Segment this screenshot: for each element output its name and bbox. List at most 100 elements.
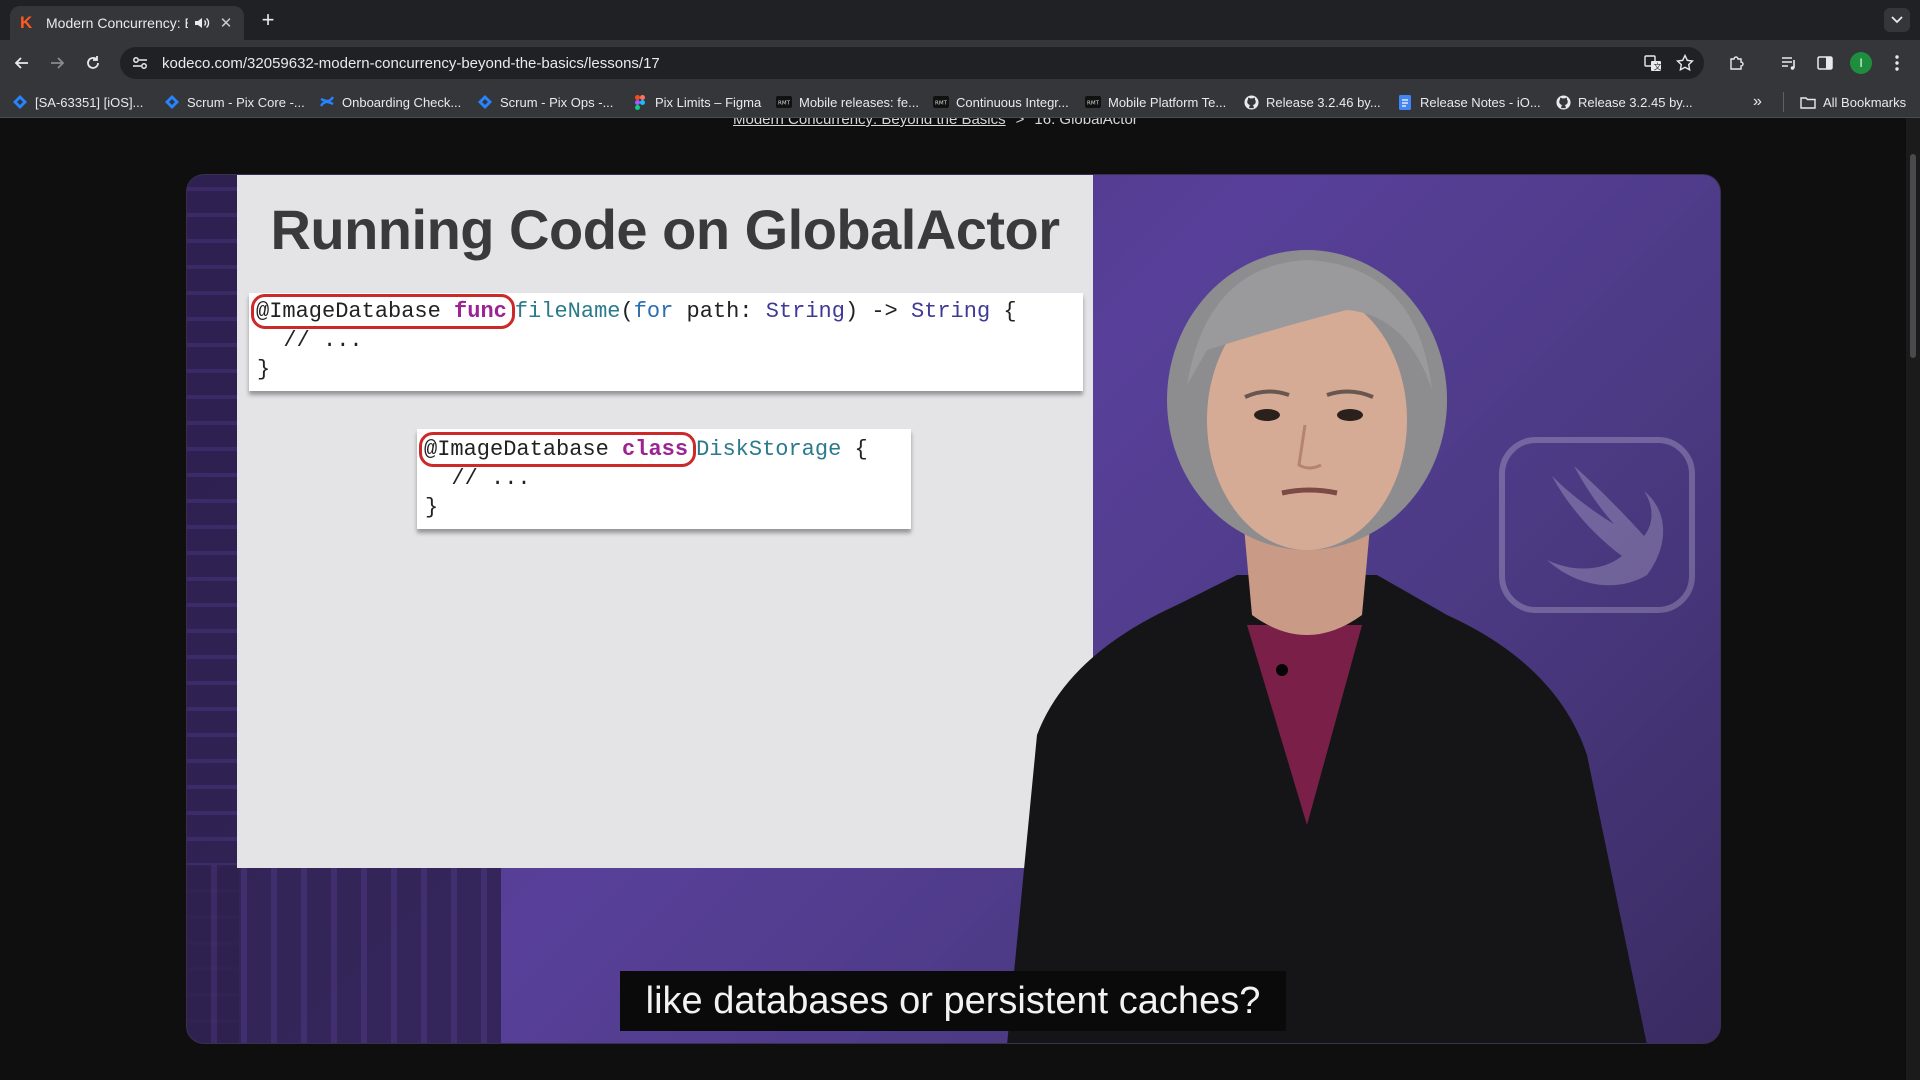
arrow-right-icon bbox=[51, 57, 65, 69]
bookmark-label: Scrum - Pix Core -... bbox=[187, 94, 305, 110]
reload-icon bbox=[87, 56, 99, 69]
tab-search-button[interactable] bbox=[1884, 8, 1910, 32]
presenter-image bbox=[1007, 250, 1647, 1043]
code-annotation: @ImageDatabase bbox=[424, 437, 609, 462]
bookmark-label: Mobile Platform Te... bbox=[1108, 94, 1227, 110]
svg-text:RMT: RMT bbox=[935, 101, 948, 107]
svg-text:RMT: RMT bbox=[1087, 101, 1100, 107]
site-settings-icon[interactable] bbox=[132, 54, 150, 72]
highlight-annotation: @ImageDatabase func bbox=[251, 294, 515, 329]
bookmarks-divider bbox=[1783, 92, 1784, 112]
jira-icon bbox=[12, 94, 28, 110]
media-queue-icon bbox=[1782, 57, 1795, 70]
folder-icon bbox=[1800, 94, 1816, 110]
media-controls-button[interactable] bbox=[1776, 50, 1802, 76]
caption-text: like databases or persistent caches? bbox=[645, 979, 1261, 1022]
back-button[interactable] bbox=[9, 50, 35, 76]
bookmark-label: Release 3.2.45 by... bbox=[1578, 94, 1693, 110]
code-arrow: ) -> bbox=[844, 299, 911, 324]
docs-icon bbox=[1397, 94, 1413, 110]
bookmark-item[interactable]: [SA-63351] [iOS]... bbox=[12, 92, 143, 112]
scrollbar-thumb[interactable] bbox=[1910, 154, 1916, 358]
highlight-annotation: @ImageDatabase class bbox=[419, 432, 697, 467]
video-player[interactable]: Running Code on GlobalActor @ImageDataba… bbox=[186, 174, 1721, 1044]
translate-icon: 文 bbox=[1644, 55, 1662, 72]
bookmark-label: Continuous Integr... bbox=[956, 94, 1069, 110]
all-bookmarks-button[interactable]: All Bookmarks bbox=[1800, 92, 1906, 112]
figma-icon bbox=[632, 94, 648, 110]
bookmark-item[interactable]: RMT Continuous Integr... bbox=[933, 92, 1069, 112]
code-type: String bbox=[765, 299, 845, 324]
side-panel-icon bbox=[1817, 56, 1833, 70]
bookmark-item[interactable]: Release 3.2.46 by... bbox=[1243, 92, 1381, 112]
bookmark-item[interactable]: Scrum - Pix Core -... bbox=[164, 92, 305, 112]
forward-button[interactable] bbox=[44, 50, 70, 76]
code-line: // ... bbox=[425, 466, 531, 491]
code-param-label: for bbox=[633, 299, 674, 324]
svg-text:RMT: RMT bbox=[778, 101, 791, 107]
tab-close-icon[interactable]: ✕ bbox=[218, 14, 234, 32]
arrow-left-icon bbox=[14, 57, 28, 69]
profile-avatar[interactable]: I bbox=[1850, 52, 1872, 74]
reload-button[interactable] bbox=[80, 50, 106, 76]
bookmarks-bar: [SA-63351] [iOS]... Scrum - Pix Core -..… bbox=[0, 86, 1920, 118]
bookmark-label: Release 3.2.46 by... bbox=[1266, 94, 1381, 110]
bookmark-label: [SA-63351] [iOS]... bbox=[35, 94, 144, 110]
jira-icon bbox=[164, 94, 180, 110]
code-keyword: class bbox=[622, 437, 689, 462]
bookmark-item[interactable]: Release Notes - iO... bbox=[1397, 92, 1541, 112]
kodeco-favicon-icon: K bbox=[20, 13, 33, 32]
bookmark-label: Release Notes - iO... bbox=[1420, 94, 1541, 110]
bookmark-label: Pix Limits – Figma bbox=[655, 94, 762, 110]
browser-toolbar: kodeco.com/32059632-modern-concurrency-b… bbox=[0, 40, 1920, 86]
bookmark-item[interactable]: Pix Limits – Figma bbox=[632, 92, 761, 112]
tab-title: Modern Concurrency: Beyond the Basics bbox=[46, 15, 188, 31]
code-line: } bbox=[425, 495, 439, 520]
bookmark-item[interactable]: Release 3.2.45 by... bbox=[1555, 92, 1693, 112]
bookmark-item[interactable]: RMT Mobile Platform Te... bbox=[1085, 92, 1226, 112]
tab-strip: K Modern Concurrency: Beyond the Basics … bbox=[0, 0, 1920, 40]
jira-icon bbox=[477, 94, 493, 110]
svg-text:文: 文 bbox=[1654, 62, 1662, 72]
puzzle-icon bbox=[1730, 56, 1744, 70]
breadcrumb-current: 16. GlobalActor bbox=[1034, 118, 1138, 128]
code-keyword: func bbox=[454, 299, 507, 324]
translate-button[interactable]: 文 bbox=[1640, 50, 1666, 76]
code-param: path: bbox=[673, 299, 766, 324]
rmt-icon: RMT bbox=[1085, 94, 1101, 110]
decorative-pattern bbox=[187, 865, 501, 1043]
address-bar[interactable]: kodeco.com/32059632-modern-concurrency-b… bbox=[120, 47, 1704, 79]
github-icon bbox=[1243, 94, 1259, 110]
more-vertical-icon bbox=[1895, 55, 1899, 71]
speaker-icon[interactable] bbox=[194, 16, 212, 30]
side-panel-button[interactable] bbox=[1812, 50, 1838, 76]
code-punct: ( bbox=[620, 299, 634, 324]
code-class-name: DiskStorage bbox=[696, 437, 842, 462]
breadcrumb: Modern Concurrency: Beyond the Basics >16… bbox=[733, 118, 1138, 128]
video-caption: like databases or persistent caches? bbox=[620, 971, 1286, 1031]
bookmark-star-button[interactable] bbox=[1672, 50, 1698, 76]
bookmark-item[interactable]: Scrum - Pix Ops -... bbox=[477, 92, 613, 112]
rmt-icon: RMT bbox=[776, 94, 792, 110]
bookmark-item[interactable]: Onboarding Check... bbox=[319, 92, 461, 112]
page-scrollbar[interactable] bbox=[1906, 118, 1920, 1080]
browser-menu-button[interactable] bbox=[1884, 50, 1910, 76]
bookmarks-overflow-button[interactable]: » bbox=[1753, 92, 1762, 112]
confluence-icon bbox=[319, 94, 335, 110]
all-bookmarks-label: All Bookmarks bbox=[1823, 94, 1907, 110]
star-icon bbox=[1676, 54, 1694, 72]
code-brace: { bbox=[841, 437, 868, 462]
url-text: kodeco.com/32059632-modern-concurrency-b… bbox=[162, 54, 660, 72]
breadcrumb-separator: > bbox=[1015, 118, 1025, 128]
bookmark-item[interactable]: RMT Mobile releases: fe... bbox=[776, 92, 919, 112]
chevron-down-icon bbox=[1891, 16, 1903, 24]
tab-active[interactable]: K Modern Concurrency: Beyond the Basics … bbox=[10, 6, 244, 40]
code-function-name: fileName bbox=[514, 299, 621, 324]
bookmark-label: Scrum - Pix Ops -... bbox=[500, 94, 614, 110]
code-annotation: @ImageDatabase bbox=[256, 299, 441, 324]
code-line: @ImageDatabase class DiskStorage { bbox=[419, 432, 903, 467]
breadcrumb-course-link[interactable]: Modern Concurrency: Beyond the Basics bbox=[733, 118, 1006, 128]
code-block-class: @ImageDatabase class DiskStorage { // ...… bbox=[417, 429, 911, 529]
new-tab-button[interactable]: + bbox=[254, 8, 282, 32]
extensions-button[interactable] bbox=[1724, 50, 1750, 76]
